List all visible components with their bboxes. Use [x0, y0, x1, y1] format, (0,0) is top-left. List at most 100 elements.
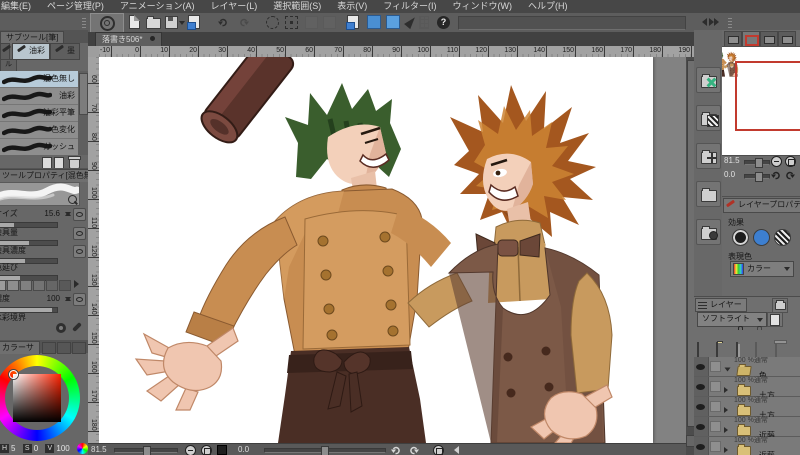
value-value[interactable]: 100	[56, 443, 69, 454]
layer-expand-caret[interactable]	[724, 367, 731, 375]
menu-item[interactable]: フィルター(I)	[375, 0, 444, 13]
tip-swatch[interactable]	[59, 280, 71, 291]
layer-extra-button[interactable]	[767, 312, 783, 327]
tab-information[interactable]	[778, 31, 796, 47]
zoom-fit-button[interactable]	[200, 444, 212, 455]
layer-visibility-eye-icon[interactable]	[694, 397, 709, 416]
color-effect-button[interactable]	[753, 229, 770, 246]
rotate-slider-thumb[interactable]	[321, 446, 329, 455]
layer-checkbox[interactable]	[710, 381, 721, 392]
opacity-icon[interactable]	[697, 329, 709, 340]
rotate-right-button[interactable]	[408, 445, 420, 455]
menu-item[interactable]: ウィンドウ(W)	[445, 0, 521, 13]
export-image-button[interactable]	[186, 15, 202, 30]
menu-item[interactable]: ヘルプ(H)	[520, 0, 576, 13]
navigator-rotate-right-button[interactable]	[784, 170, 796, 180]
brush-item[interactable]: 油彩	[0, 88, 78, 105]
brush-item[interactable]: 油彩平筆	[0, 105, 78, 122]
layer-row[interactable]: 100 %通常 近藤	[694, 437, 800, 455]
layer-visibility-eye-icon[interactable]	[694, 377, 709, 396]
navigator-rotate-left-button[interactable]	[770, 170, 782, 180]
delete-layer-icon[interactable]	[774, 342, 787, 361]
layer-expand-caret[interactable]	[724, 387, 731, 393]
magnifier-icon[interactable]	[68, 195, 77, 204]
size-dynamics-button[interactable]	[73, 208, 86, 221]
subtool-group-tab[interactable]: 墨	[50, 43, 80, 60]
expand-selection-button[interactable]	[321, 15, 337, 29]
layer-expand-caret[interactable]	[724, 407, 731, 413]
pin-icon[interactable]	[716, 329, 728, 340]
new-layer-icon[interactable]	[697, 342, 709, 361]
palette-folder-close-button[interactable]	[696, 67, 721, 93]
border-effect-button[interactable]	[732, 229, 749, 246]
deselect-button[interactable]	[264, 15, 280, 29]
layer-checkbox[interactable]	[710, 441, 721, 452]
pen-pressure-button[interactable]	[403, 14, 419, 30]
brush-item[interactable]: ガッシュ	[0, 139, 78, 155]
layer-property-tab[interactable]: レイヤープロパティ	[723, 198, 800, 213]
layer-visibility-eye-icon[interactable]	[694, 357, 709, 376]
zoom-actual-size-button[interactable]	[216, 445, 228, 455]
color-tab-icon[interactable]	[57, 342, 71, 354]
menu-item[interactable]: 表示(V)	[329, 0, 375, 13]
navigator-view-rectangle[interactable]	[735, 61, 800, 131]
tone-effect-button[interactable]	[774, 229, 791, 246]
document-tab[interactable]: 落書き506*	[95, 32, 163, 47]
slider-thumb[interactable]	[755, 158, 763, 168]
slider-thumb[interactable]	[755, 172, 763, 182]
menu-item[interactable]: 選択範囲(S)	[265, 0, 329, 13]
paint-density-dynamics-button[interactable]	[73, 245, 86, 258]
tip-swatch[interactable]	[7, 280, 19, 291]
palette-folder-record-button[interactable]	[696, 219, 721, 245]
navigator-zoom-slider[interactable]	[744, 158, 770, 168]
palette-folder-button[interactable]	[696, 181, 721, 207]
new-folder-icon[interactable]	[716, 342, 728, 361]
layer-checkbox[interactable]	[710, 361, 721, 372]
navigator-thumbnail[interactable]	[722, 46, 800, 156]
tab-navigator[interactable]	[742, 31, 760, 47]
layer-checkbox[interactable]	[710, 421, 721, 432]
canvas-rotate-slider[interactable]	[264, 446, 386, 455]
navigator-zoom-in-button[interactable]	[784, 155, 796, 167]
document-tab-close-dot[interactable]	[150, 36, 156, 41]
dock-collapse-left-button[interactable]	[697, 15, 707, 29]
tip-swatch[interactable]	[33, 280, 45, 291]
opacity-stepper[interactable]	[65, 294, 72, 304]
opacity-value[interactable]: 100	[47, 293, 60, 305]
color-tab-icon[interactable]	[42, 342, 56, 354]
tab-subview[interactable]	[760, 31, 778, 47]
open-file-button[interactable]	[145, 15, 161, 29]
subtool-group-tab-partial[interactable]	[0, 43, 12, 60]
paint-amount-dynamics-button[interactable]	[73, 227, 86, 240]
tool-property-panel-tab[interactable]: ツールプロパティ[混色無し]	[0, 169, 88, 182]
hue-value[interactable]: 5	[11, 443, 15, 454]
layer-expand-caret[interactable]	[724, 447, 731, 453]
blend-mode-dropdown[interactable]: ソフトライト	[697, 312, 767, 327]
undo-button[interactable]	[215, 15, 231, 29]
rotate-left-button[interactable]	[390, 445, 402, 455]
swatch-more-arrow-icon[interactable]	[74, 280, 83, 288]
invert-selection-button[interactable]	[303, 15, 319, 29]
layer-row[interactable]: 100 %通常 色	[694, 357, 800, 380]
layers-panel-tab[interactable]: レイヤー	[695, 298, 747, 312]
tip-swatch[interactable]	[46, 280, 58, 291]
redo-button[interactable]	[236, 15, 252, 29]
clip-studio-logo-button[interactable]	[90, 13, 124, 33]
lock-alpha-icon[interactable]	[755, 329, 767, 340]
snap-special-ruler-button[interactable]	[366, 15, 382, 29]
help-button[interactable]: ?	[436, 15, 451, 29]
opacity-dynamics-button[interactable]	[73, 293, 86, 306]
color-circle-tab[interactable]: カラーサ	[0, 341, 40, 354]
toolbar-grip[interactable]	[82, 16, 86, 28]
brush-item[interactable]: 混色無し	[0, 71, 78, 88]
zoom-slider-thumb[interactable]	[143, 446, 151, 455]
layers-dock-button[interactable]	[772, 298, 788, 313]
layer-checkbox[interactable]	[710, 401, 721, 412]
lock-icon[interactable]	[736, 329, 748, 340]
menu-item[interactable]: 編集(E)	[0, 0, 39, 13]
layer-row[interactable]: 100 %通常 土方	[694, 397, 800, 420]
transform-selection-button[interactable]	[283, 15, 299, 29]
subtool-group-tab[interactable]: 油彩	[12, 43, 50, 60]
navigator-rotate-slider[interactable]	[744, 172, 770, 182]
tip-swatch[interactable]	[0, 280, 6, 291]
